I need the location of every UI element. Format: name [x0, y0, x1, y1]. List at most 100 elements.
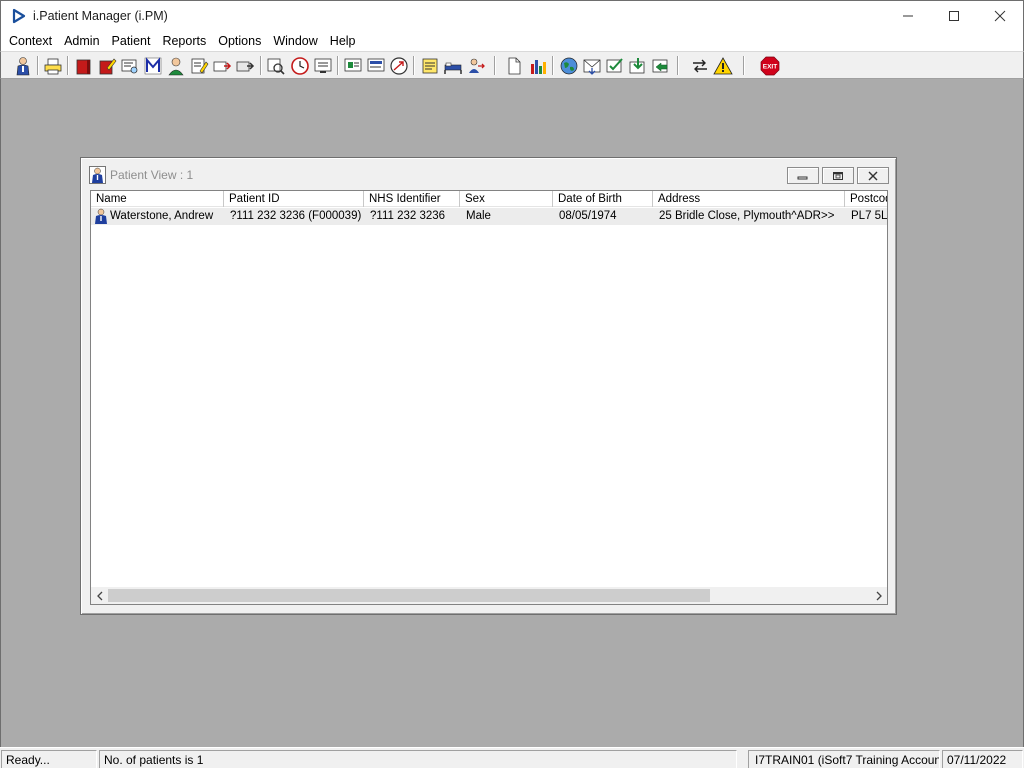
table-row[interactable]: Waterstone, Andrew ?111 232 3236 (F00003… — [91, 208, 887, 225]
monitor-button[interactable] — [312, 55, 333, 76]
clock-icon — [290, 56, 309, 75]
download-icon — [629, 57, 644, 73]
menu-window[interactable]: Window — [267, 31, 323, 51]
patient-icon — [95, 208, 107, 224]
patient-list[interactable]: Name Patient ID NHS Identifier Sex Date … — [90, 190, 888, 605]
edit-book-button[interactable] — [96, 55, 117, 76]
exit-icon: EXIT — [760, 56, 779, 75]
referral-alt-icon — [236, 61, 254, 71]
patient-icon — [16, 56, 29, 75]
exit-button[interactable]: EXIT — [759, 55, 780, 76]
status-patient-count: No. of patients is 1 — [99, 750, 737, 768]
chevron-left-icon — [96, 591, 102, 600]
column-header-nhs-identifier[interactable]: NHS Identifier — [364, 191, 460, 207]
bed-button[interactable] — [442, 55, 463, 76]
switch-icon — [692, 59, 707, 72]
menu-admin[interactable]: Admin — [58, 31, 105, 51]
screen-card-icon — [367, 58, 384, 71]
refresh-button[interactable] — [650, 55, 671, 76]
menu-reports[interactable]: Reports — [156, 31, 212, 51]
child-minimize-button[interactable] — [787, 167, 819, 184]
letter-m-button[interactable] — [142, 55, 163, 76]
cell-postcode: PL7 5LF — [851, 210, 888, 222]
globe-icon — [560, 57, 577, 74]
app-logo-icon — [12, 8, 26, 24]
transfer-icon — [468, 58, 485, 73]
book-icon — [76, 59, 90, 74]
scroll-thumb[interactable] — [108, 589, 710, 602]
patient-view-titlebar[interactable]: Patient View : 1 — [84, 161, 893, 189]
menu-patient[interactable]: Patient — [106, 31, 157, 51]
cell-patient-id: ?111 232 3236 (F000039) — [230, 210, 362, 222]
scroll-left-button[interactable] — [91, 587, 108, 604]
note-edit-button[interactable] — [188, 55, 209, 76]
column-header-name[interactable]: Name — [91, 191, 224, 207]
mdi-workspace: Patient View : 1 Name Patient ID NHS Ide… — [0, 79, 1024, 747]
minimize-icon — [903, 15, 913, 17]
screen-graph-icon — [344, 58, 361, 71]
document-button[interactable] — [503, 55, 524, 76]
restore-icon — [833, 171, 843, 180]
app-title: i.Patient Manager (i.PM) — [33, 9, 168, 23]
maximize-icon — [949, 11, 959, 21]
maximize-button[interactable] — [931, 1, 977, 31]
toolbar: EXIT — [0, 51, 1024, 79]
clock-button[interactable] — [289, 55, 310, 76]
bar-chart-button[interactable] — [527, 55, 548, 76]
minimize-button[interactable] — [885, 1, 931, 31]
menu-options[interactable]: Options — [212, 31, 267, 51]
referral-alt-button[interactable] — [234, 55, 255, 76]
referral-button[interactable] — [211, 55, 232, 76]
inbox-button[interactable] — [581, 55, 602, 76]
screen-card-button[interactable] — [365, 55, 386, 76]
clock-arrow-button[interactable] — [388, 55, 409, 76]
menu-bar: Context Admin Patient Reports Options Wi… — [0, 31, 1024, 51]
horizontal-scrollbar[interactable] — [91, 587, 887, 604]
menu-context[interactable]: Context — [3, 31, 58, 51]
download-button[interactable] — [627, 55, 648, 76]
column-header-patient-id[interactable]: Patient ID — [224, 191, 364, 207]
card-search-button[interactable] — [119, 55, 140, 76]
column-header-postcode[interactable]: Postcode — [845, 191, 887, 207]
letter-m-icon — [144, 56, 161, 74]
patient-view-window[interactable]: Patient View : 1 Name Patient ID NHS Ide… — [80, 157, 897, 615]
document-icon — [508, 57, 520, 74]
column-header-sex[interactable]: Sex — [460, 191, 553, 207]
scroll-right-button[interactable] — [870, 587, 887, 604]
doctor-icon — [167, 57, 184, 75]
globe-button[interactable] — [558, 55, 579, 76]
card-search-icon — [121, 59, 137, 73]
close-button[interactable] — [977, 1, 1023, 31]
switch-button[interactable] — [689, 55, 710, 76]
patient-button[interactable] — [12, 55, 33, 76]
patient-list-header: Name Patient ID NHS Identifier Sex Date … — [91, 191, 887, 207]
search-record-icon — [267, 58, 285, 75]
notepad-button[interactable] — [419, 55, 440, 76]
status-date: 07/11/2022 — [942, 750, 1023, 768]
book-button[interactable] — [73, 55, 94, 76]
exit-label: EXIT — [762, 63, 776, 70]
printer-icon — [44, 58, 61, 74]
status-account: I7TRAIN01 (iSoft7 Training Account) — [748, 750, 940, 768]
menu-help[interactable]: Help — [324, 31, 362, 51]
screen-graph-button[interactable] — [342, 55, 363, 76]
inbox-icon — [583, 59, 600, 75]
child-close-button[interactable] — [857, 167, 889, 184]
warning-button[interactable] — [712, 55, 733, 76]
search-record-button[interactable] — [265, 55, 286, 76]
close-icon — [994, 10, 1006, 22]
patient-view-title: Patient View : 1 — [110, 168, 194, 182]
column-header-date-of-birth[interactable]: Date of Birth — [553, 191, 653, 207]
close-icon — [868, 171, 878, 180]
patient-view-icon — [89, 166, 106, 184]
print-button[interactable] — [42, 55, 63, 76]
doctor-button[interactable] — [165, 55, 186, 76]
column-header-address[interactable]: Address — [653, 191, 845, 207]
child-restore-button[interactable] — [822, 167, 854, 184]
transfer-button[interactable] — [465, 55, 486, 76]
approve-button[interactable] — [604, 55, 625, 76]
notepad-icon — [422, 58, 437, 73]
cell-date-of-birth: 08/05/1974 — [559, 210, 617, 222]
status-bar: Ready... No. of patients is 1 I7TRAIN01 … — [0, 747, 1024, 768]
monitor-icon — [314, 58, 331, 73]
